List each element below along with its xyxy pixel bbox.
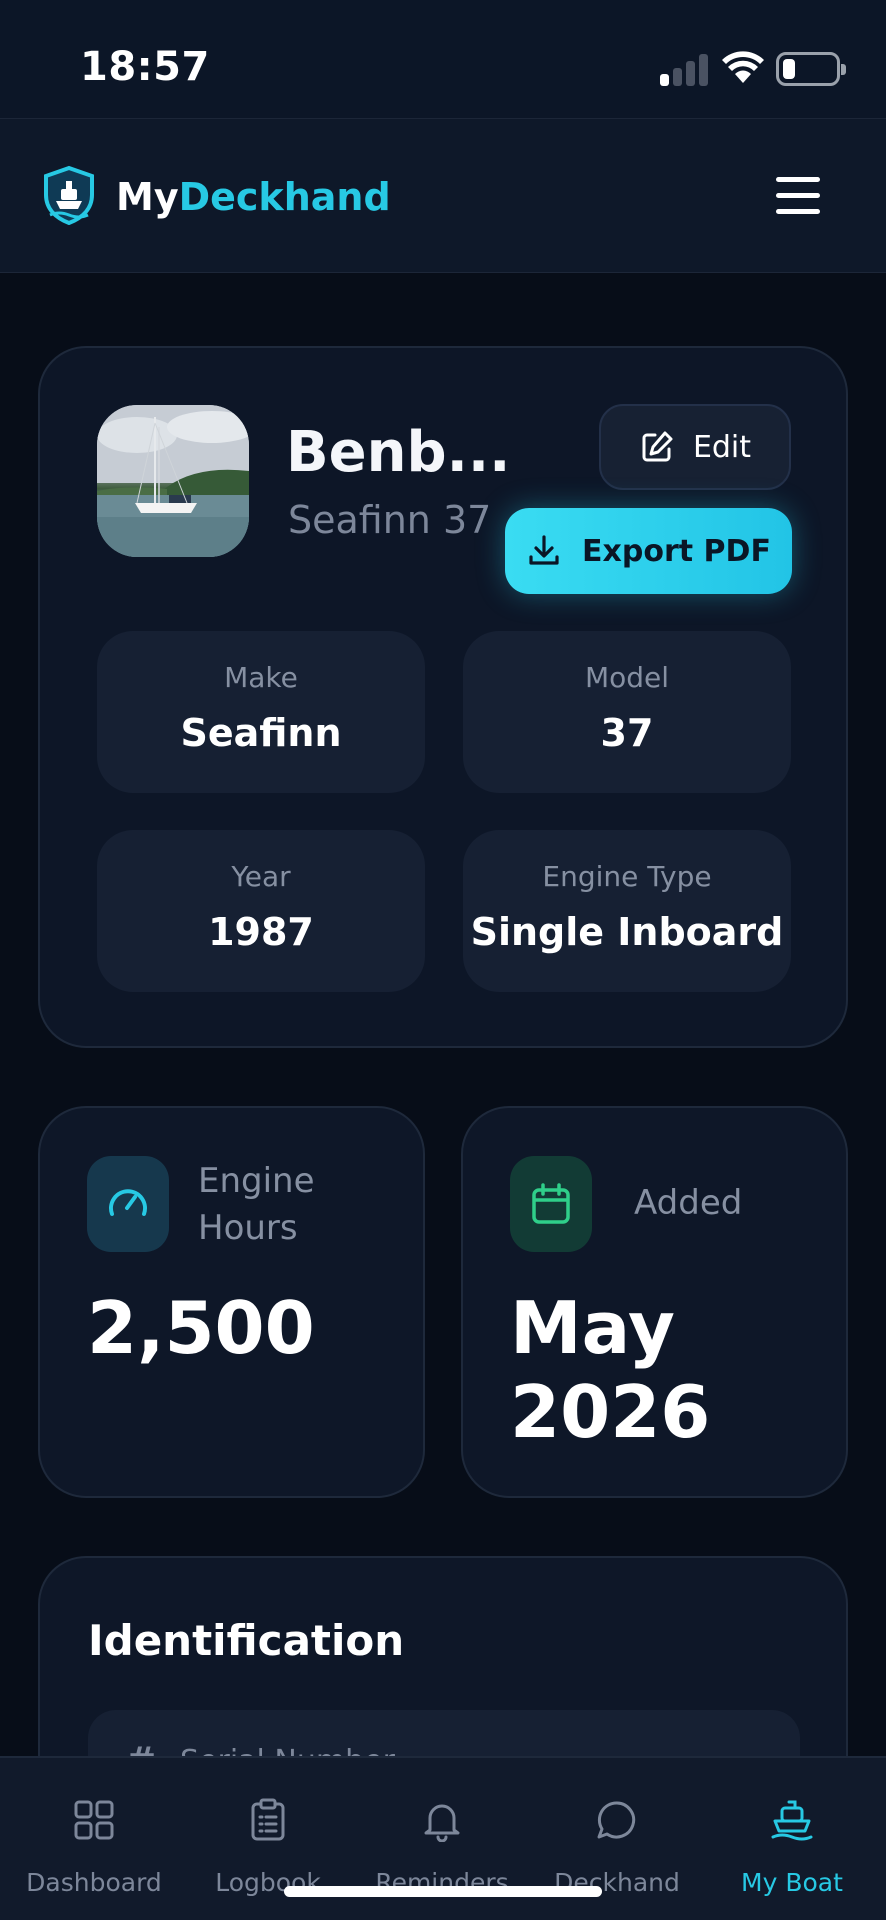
brand-part-1: My <box>116 175 179 219</box>
engine-hours-label: Engine Hours <box>198 1158 315 1252</box>
engine-hours-card: Engine Hours 2,500 <box>38 1106 425 1498</box>
download-icon <box>529 535 559 565</box>
added-value-month: May <box>510 1286 675 1370</box>
calendar-icon <box>510 1156 592 1252</box>
edit-button-label: Edit <box>692 429 752 465</box>
app-brand: MyDeckhand <box>116 175 391 219</box>
spec-label: Year <box>231 860 291 893</box>
tab-label: Dashboard <box>26 1868 162 1897</box>
boat-photo[interactable] <box>97 405 249 557</box>
boat-name: Benb... <box>286 420 511 485</box>
edit-button[interactable]: Edit <box>599 404 791 490</box>
bell-icon <box>424 1804 460 1842</box>
boat-subtitle: Seafinn 37 <box>288 498 492 542</box>
engine-hours-value: 2,500 <box>87 1286 315 1370</box>
gauge-icon <box>87 1156 169 1252</box>
battery-icon <box>776 52 846 86</box>
status-time: 18:57 <box>80 44 210 90</box>
boat-profile-card: Benb... Seafinn 37 Edit Export PDF Make … <box>38 346 848 1048</box>
chat-bubble-icon <box>597 1801 636 1839</box>
spec-label: Engine Type <box>542 860 712 893</box>
grid-icon <box>74 1800 114 1840</box>
clipboard-icon <box>251 1798 285 1841</box>
spec-model: Model 37 <box>463 631 791 793</box>
added-date-card: Added May 2026 <box>461 1106 848 1498</box>
spec-value: Seafinn <box>180 711 342 755</box>
boat-icon <box>771 1800 813 1841</box>
tab-dashboard[interactable]: Dashboard <box>9 1758 179 1908</box>
added-value-year: 2026 <box>510 1370 711 1454</box>
ship-shield-icon <box>44 165 94 225</box>
hamburger-menu-icon[interactable] <box>776 177 822 217</box>
spec-year: Year 1987 <box>97 830 425 992</box>
spec-engine-type: Engine Type Single Inboard <box>463 830 791 992</box>
export-pdf-label: Export PDF <box>582 533 771 569</box>
home-indicator[interactable] <box>284 1886 602 1897</box>
cellular-signal-icon <box>660 52 708 86</box>
spec-make: Make Seafinn <box>97 631 425 793</box>
wifi-icon <box>722 51 764 83</box>
identification-title: Identification <box>88 1616 405 1665</box>
tab-my-boat[interactable]: My Boat <box>707 1758 877 1908</box>
spec-label: Make <box>224 661 298 694</box>
spec-label: Model <box>584 661 670 694</box>
status-bar: 18:57 <box>0 0 886 118</box>
spec-value: 1987 <box>208 910 314 954</box>
brand-part-2: Deckhand <box>178 175 391 219</box>
spec-value: 37 <box>600 711 654 755</box>
edit-icon <box>642 431 673 462</box>
app-header: MyDeckhand <box>0 118 886 273</box>
engine-hours-label-line2: Hours <box>198 1208 298 1248</box>
sailboat-photo-icon <box>97 405 249 557</box>
spec-value: Single Inboard <box>470 910 784 954</box>
added-label: Added <box>634 1183 743 1223</box>
engine-hours-label-line1: Engine <box>198 1161 315 1201</box>
added-value: May 2026 <box>510 1286 710 1454</box>
export-pdf-button[interactable]: Export PDF <box>505 508 792 594</box>
tab-label: My Boat <box>741 1868 843 1897</box>
